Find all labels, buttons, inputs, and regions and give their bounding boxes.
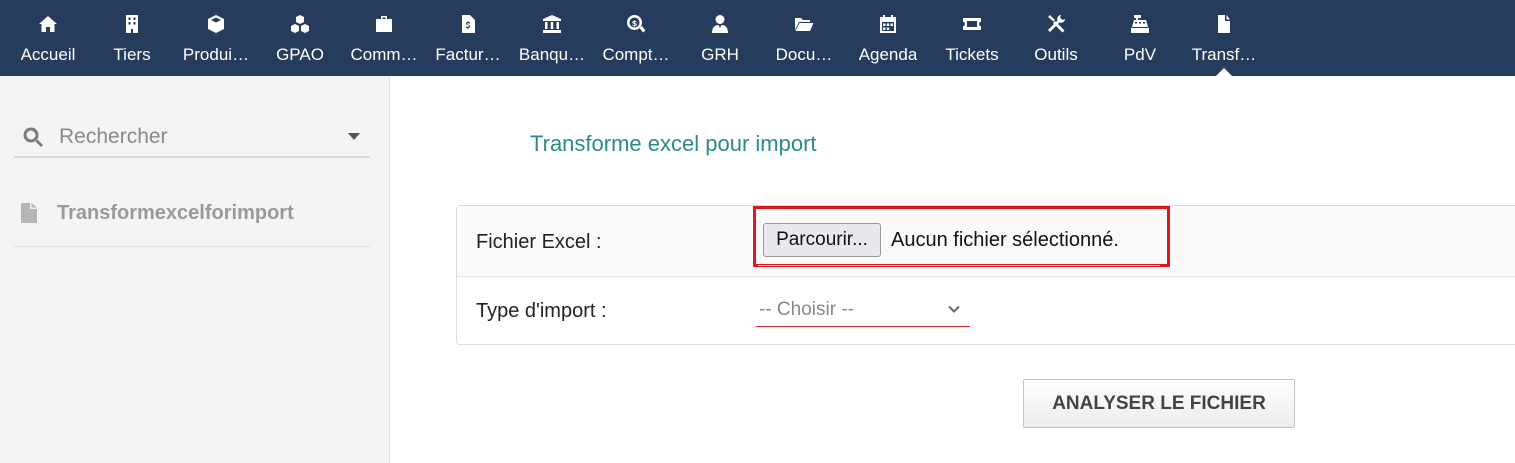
import-type-select[interactable]: -- Choisir -- (756, 294, 970, 327)
cubes-icon (289, 13, 311, 35)
menu-item-gpao[interactable]: GPAO (258, 0, 342, 76)
menu-label: Comm… (350, 45, 418, 64)
top-menu-bar: Accueil Tiers Produi… GPAO Comm… Factur…… (0, 0, 1515, 76)
menu-item-comptabilite[interactable]: $ Compt… (594, 0, 678, 76)
menu-item-produits[interactable]: Produi… (174, 0, 258, 76)
menu-item-facturation[interactable]: Factur… (426, 0, 510, 76)
menu-item-tiers[interactable]: Tiers (90, 0, 174, 76)
menu-label: Factur… (435, 45, 501, 64)
file-status-text: Aucun fichier sélectionné. (891, 229, 1119, 251)
menu-label: Agenda (858, 45, 918, 64)
menu-label: Docu… (775, 45, 833, 64)
menu-item-pdv[interactable]: PdV (1098, 0, 1182, 76)
form-row-import-type: Type d'import : (457, 277, 1515, 344)
suitcase-icon (373, 13, 395, 35)
menu-item-agenda[interactable]: Agenda (846, 0, 930, 76)
menu-label: Produi… (182, 45, 250, 64)
calendar-icon (877, 13, 899, 35)
menu-item-outils[interactable]: Outils (1014, 0, 1098, 76)
chevron-down-icon (948, 302, 960, 314)
menu-label: Banqu… (518, 45, 586, 64)
analyze-file-button[interactable]: ANALYSER LE FICHIER (1023, 379, 1295, 428)
sidebar-search[interactable]: Rechercher (14, 118, 370, 158)
menu-label: Accueil (20, 45, 76, 64)
svg-text:$: $ (632, 19, 638, 28)
cash-register-icon (1129, 13, 1151, 35)
import-type-label: Type d'import : (476, 300, 607, 322)
menu-item-documents[interactable]: Docu… (762, 0, 846, 76)
menu-label: Outils (1034, 45, 1078, 64)
file-icon (20, 202, 38, 224)
menu-item-banque[interactable]: Banqu… (510, 0, 594, 76)
search-icon (22, 126, 44, 148)
menu-label: Tickets (945, 45, 999, 64)
menu-item-grh[interactable]: GRH (678, 0, 762, 76)
tools-icon (1045, 13, 1067, 35)
bank-icon (541, 13, 563, 35)
home-icon (37, 13, 59, 35)
menu-item-commerce[interactable]: Comm… (342, 0, 426, 76)
menu-label: GRH (701, 45, 739, 64)
left-sidebar: Rechercher Transformexcelforimport (0, 76, 390, 463)
folder-open-icon (793, 13, 815, 35)
user-tie-icon (709, 13, 731, 35)
ticket-icon (961, 13, 983, 35)
sidebar-item-label: Transformexcelforimport (57, 202, 294, 224)
cube-icon (205, 13, 227, 35)
file-icon (1213, 13, 1235, 35)
browse-button[interactable]: Parcourir... (763, 223, 881, 257)
search-dollar-icon: $ (625, 13, 647, 35)
menu-item-accueil[interactable]: Accueil (6, 0, 90, 76)
menu-item-tickets[interactable]: Tickets (930, 0, 1014, 76)
file-input-underline (758, 265, 1160, 266)
invoice-icon (457, 13, 479, 35)
menu-label: Transf… (1191, 45, 1257, 64)
menu-label: Compt… (602, 45, 670, 64)
menu-item-transformexcel[interactable]: Transf… (1182, 0, 1266, 76)
page-title: Transforme excel pour import (530, 131, 817, 156)
menu-label: GPAO (276, 45, 324, 64)
import-type-value: -- Choisir -- (759, 299, 854, 320)
search-placeholder: Rechercher (59, 125, 168, 148)
building-icon (121, 13, 143, 35)
file-field-label: Fichier Excel : (476, 231, 602, 253)
menu-label: PdV (1123, 45, 1157, 64)
caret-down-icon[interactable] (348, 133, 360, 140)
menu-label: Tiers (113, 45, 151, 64)
sidebar-item-transformexcelforimport[interactable]: Transformexcelforimport (14, 188, 370, 247)
